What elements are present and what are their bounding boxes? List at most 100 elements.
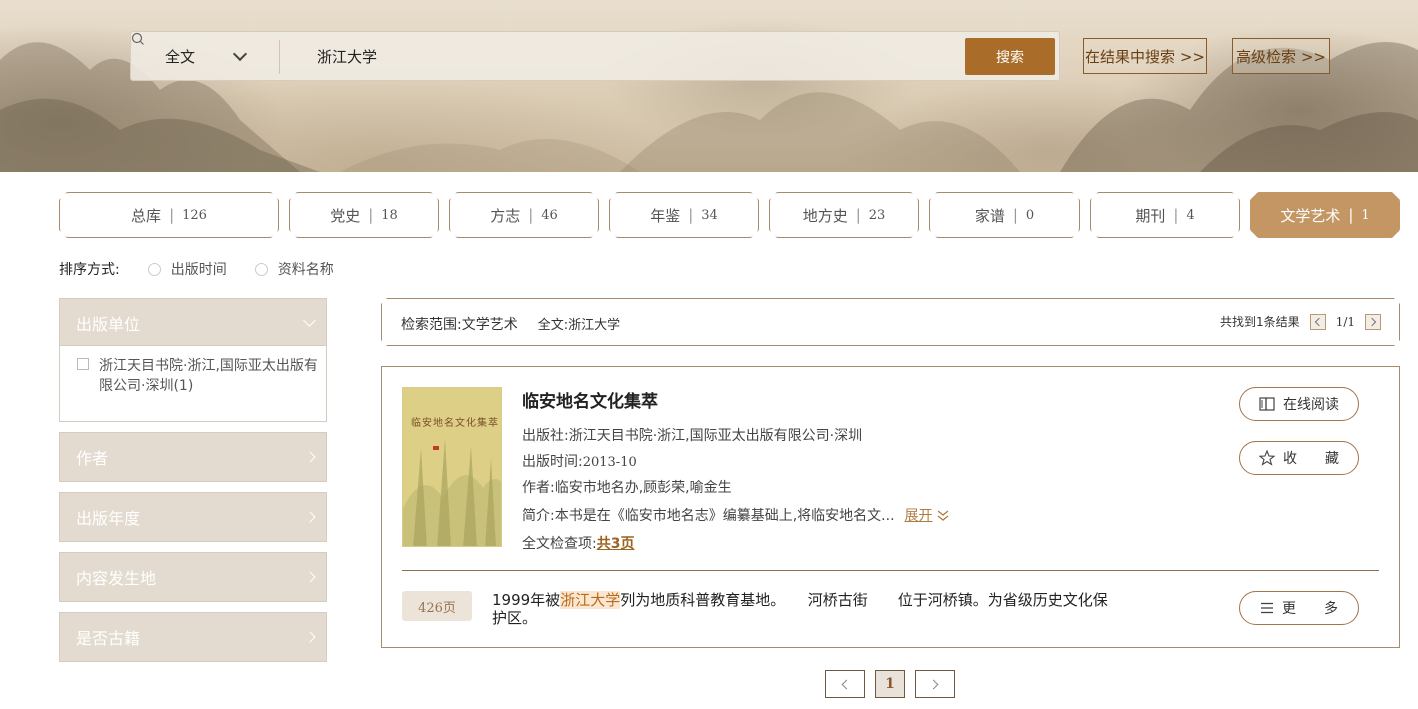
search-range: 检索范围:文学艺术 bbox=[401, 317, 518, 333]
tab-count: 126 bbox=[182, 207, 207, 223]
facet-option-publisher[interactable]: 浙江天目书院·浙江,国际亚太出版有限公司·深圳(1) bbox=[77, 356, 327, 396]
result-count: 共找到1条结果 bbox=[1220, 315, 1300, 329]
search-in-results-button[interactable]: 在结果中搜索 >> bbox=[1083, 38, 1207, 74]
prev-page-button[interactable] bbox=[1310, 314, 1326, 330]
tab-label: 党史 bbox=[330, 206, 361, 225]
publish-date-label: 出版时间: bbox=[522, 454, 583, 470]
search-button[interactable]: 搜索 bbox=[965, 38, 1055, 75]
book-summary: 简介:本书是在《临安市地名志》编纂基础上,将临安地名文... 展开 bbox=[522, 505, 950, 525]
next-page-button[interactable] bbox=[1365, 314, 1381, 330]
tab-yearbook[interactable]: 年鉴 | 34 bbox=[609, 192, 759, 238]
result-header: 检索范围:文学艺术 全文:浙江大学 共找到1条结果 1/1 bbox=[381, 298, 1400, 346]
tab-label: 地方史 bbox=[802, 206, 848, 225]
favorite-label: 收 藏 bbox=[1283, 451, 1339, 467]
book-publisher: 出版社:浙江天目书院·浙江,国际亚太出版有限公司·深圳 bbox=[522, 428, 863, 444]
chevron-left-icon bbox=[1314, 317, 1322, 325]
tab-count: 4 bbox=[1186, 207, 1195, 223]
chevron-down-icon bbox=[232, 46, 248, 61]
sort-by-date-radio[interactable]: 出版时间 bbox=[147, 259, 227, 279]
advanced-search-button[interactable]: 高级检索 >> bbox=[1232, 38, 1330, 74]
book-publish-date: 出版时间:2013-10 bbox=[522, 451, 637, 471]
tab-count: 46 bbox=[541, 207, 558, 223]
sort-row: 排序方式: 出版时间 资料名称 bbox=[59, 258, 334, 280]
snippet-highlight: 浙江大学 bbox=[560, 591, 621, 609]
banner: 全文 搜索 在结果中搜索 >> 高级检索 >> bbox=[0, 0, 1418, 172]
book-cover-image bbox=[403, 388, 501, 546]
read-online-label: 在线阅读 bbox=[1283, 397, 1339, 413]
fulltext-check: 全文检查项:共3页 bbox=[522, 533, 634, 553]
tab-count: 1 bbox=[1361, 207, 1370, 223]
pager-current-page[interactable]: 1 bbox=[875, 670, 905, 698]
facet-publisher[interactable]: 出版单位 bbox=[59, 298, 327, 346]
chevron-right-icon bbox=[304, 571, 316, 583]
tab-label: 文学艺术 bbox=[1280, 206, 1341, 225]
landscape-painting bbox=[0, 42, 1418, 172]
expand-link[interactable]: 展开 bbox=[905, 508, 933, 524]
facet-content-place[interactable]: 内容发生地 bbox=[59, 552, 327, 602]
tab-all[interactable]: 总库 | 126 bbox=[59, 192, 279, 238]
sort-option-label: 出版时间 bbox=[170, 262, 227, 278]
search-input[interactable] bbox=[317, 42, 957, 70]
divider bbox=[279, 40, 280, 74]
chevron-right-icon bbox=[304, 631, 316, 643]
chevron-right-icon bbox=[304, 511, 316, 523]
tab-party-history[interactable]: 党史 | 18 bbox=[289, 192, 439, 238]
book-icon bbox=[1259, 397, 1275, 411]
radio-circle-icon bbox=[147, 262, 161, 276]
sort-label: 排序方式: bbox=[59, 262, 120, 278]
sort-by-name-radio[interactable]: 资料名称 bbox=[254, 259, 334, 279]
search-query-summary: 全文:浙江大学 bbox=[537, 318, 621, 333]
tab-local-history[interactable]: 地方史 | 23 bbox=[769, 192, 919, 238]
tab-journal[interactable]: 期刊 | 4 bbox=[1090, 192, 1240, 238]
facet-publisher-options: 浙江天目书院·浙江,国际亚太出版有限公司·深圳(1) bbox=[59, 346, 327, 422]
tab-gazetteer[interactable]: 方志 | 46 bbox=[449, 192, 599, 238]
publish-date-value: 2013-10 bbox=[582, 455, 637, 470]
facet-title: 是否古籍 bbox=[76, 629, 141, 648]
sort-option-label: 资料名称 bbox=[277, 262, 334, 278]
fulltext-label: 全文检查项: bbox=[522, 536, 597, 552]
tab-count: 34 bbox=[701, 207, 718, 223]
pager-next-button[interactable] bbox=[915, 670, 955, 698]
star-icon bbox=[1259, 450, 1275, 466]
page-indicator: 1/1 bbox=[1335, 314, 1355, 329]
menu-icon bbox=[1261, 602, 1273, 614]
hit-page-badge[interactable]: 426页 bbox=[402, 591, 472, 621]
chevron-right-icon bbox=[304, 451, 316, 463]
more-label: 更 多 bbox=[1282, 601, 1338, 617]
tab-count: 0 bbox=[1025, 207, 1035, 223]
tab-count: 18 bbox=[381, 207, 398, 223]
tab-label: 总库 bbox=[131, 206, 162, 225]
search-scope-label: 全文 bbox=[164, 47, 195, 66]
facet-title: 出版年度 bbox=[76, 509, 141, 528]
read-online-button[interactable]: 在线阅读 bbox=[1239, 387, 1359, 421]
book-authors: 作者:临安市地名办,顾彭荣,喻金生 bbox=[522, 480, 732, 496]
more-button[interactable]: 更 多 bbox=[1239, 591, 1359, 625]
fulltext-pages-link[interactable]: 共3页 bbox=[597, 536, 635, 552]
double-chevron-down-icon[interactable] bbox=[936, 510, 950, 522]
tab-genealogy[interactable]: 家谱 | 0 bbox=[929, 192, 1080, 238]
facet-publish-year[interactable]: 出版年度 bbox=[59, 492, 327, 542]
hit-snippet: 1999年被浙江大学列为地质科普教育基地。 河桥古街 位于河桥镇。为省级历史文化… bbox=[492, 591, 1122, 627]
tab-count: 23 bbox=[868, 207, 886, 223]
search-scope-select[interactable]: 全文 bbox=[131, 32, 279, 80]
tab-literature-art[interactable]: 文学艺术 | 1 bbox=[1250, 192, 1400, 238]
book-title[interactable]: 临安地名文化集萃 bbox=[522, 387, 658, 412]
facet-title: 出版单位 bbox=[76, 315, 141, 334]
tab-label: 家谱 bbox=[974, 206, 1005, 225]
facet-option-label: 浙江天目书院·浙江,国际亚太出版有限公司·深圳(1) bbox=[99, 358, 318, 394]
book-cover-title: 临安地名文化集萃 bbox=[411, 418, 499, 429]
pager-prev-button[interactable] bbox=[825, 670, 865, 698]
chevron-down-icon bbox=[303, 313, 316, 327]
book-cover[interactable]: 临安地名文化集萃 bbox=[402, 387, 502, 547]
checkbox-icon[interactable] bbox=[77, 358, 89, 370]
facet-author[interactable]: 作者 bbox=[59, 432, 327, 482]
search-box: 全文 搜索 bbox=[130, 31, 1060, 81]
chevron-right-icon bbox=[928, 679, 939, 689]
facet-ancient-book[interactable]: 是否古籍 bbox=[59, 612, 327, 662]
facet-title: 内容发生地 bbox=[76, 569, 157, 588]
search-icon bbox=[131, 32, 144, 45]
radio-circle-icon bbox=[254, 262, 268, 276]
favorite-button[interactable]: 收 藏 bbox=[1239, 441, 1359, 475]
summary-text: 简介:本书是在《临安市地名志》编纂基础上,将临安地名文... bbox=[522, 508, 895, 524]
divider bbox=[402, 570, 1379, 571]
